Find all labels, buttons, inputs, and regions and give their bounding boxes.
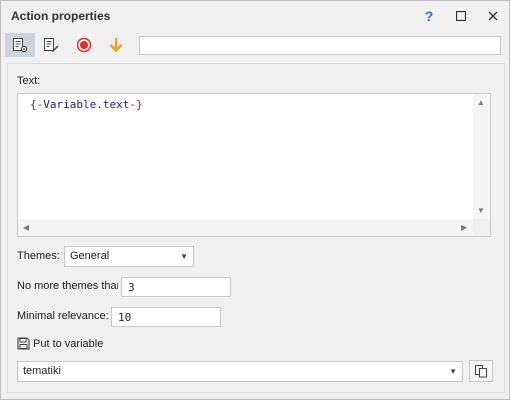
scroll-up-icon[interactable]: ▲ <box>477 98 485 107</box>
horizontal-scrollbar[interactable]: ◀ ▶ <box>18 219 474 236</box>
themes-select[interactable]: General ▼ <box>64 246 194 267</box>
put-to-variable-row: Put to variable <box>17 337 103 350</box>
max-themes-input[interactable]: 3 <box>121 277 231 297</box>
move-down-button[interactable] <box>101 33 131 57</box>
variable-token: Variable.text <box>43 98 130 111</box>
save-icon <box>17 337 30 350</box>
min-relevance-label: Minimal relevance: <box>17 310 109 322</box>
action-settings-icon <box>13 38 28 53</box>
vertical-scrollbar[interactable]: ▲ ▼ <box>473 94 490 220</box>
help-icon: ? <box>424 8 434 24</box>
edit-notes-icon <box>44 38 59 52</box>
record-icon <box>76 37 92 53</box>
copy-icon <box>475 365 487 378</box>
scroll-left-icon[interactable]: ◀ <box>23 223 29 232</box>
close-button[interactable] <box>482 6 504 26</box>
help-button[interactable]: ? <box>418 6 440 26</box>
max-themes-label: No more themes thar <box>17 280 118 292</box>
scroll-down-icon[interactable]: ▼ <box>477 206 485 215</box>
scrollbar-corner <box>473 219 490 236</box>
put-to-variable-label: Put to variable <box>33 337 104 350</box>
chevron-down-icon: ▼ <box>449 367 457 376</box>
text-editor[interactable]: {-Variable.text-} ▲ ▼ ◀ ▶ <box>17 93 491 237</box>
brace-open: {- <box>30 98 44 111</box>
toolbar-search-input[interactable] <box>139 36 501 55</box>
action-properties-window: Action properties ? Text: {-Variable.tex… <box>0 0 510 400</box>
themes-value: General <box>70 250 110 262</box>
maximize-icon <box>456 11 466 21</box>
close-icon <box>488 11 498 21</box>
title-bar: Action properties ? <box>1 1 509 31</box>
window-title: Action properties <box>11 9 111 23</box>
action-settings-button[interactable] <box>5 33 35 57</box>
themes-label: Themes: <box>17 250 60 262</box>
brace-close: -} <box>129 98 143 111</box>
text-label: Text: <box>17 75 41 87</box>
chevron-down-icon: ▼ <box>180 252 188 261</box>
copy-variable-button[interactable] <box>469 360 493 382</box>
editor-content: {-Variable.text-} <box>30 98 143 111</box>
maximize-button[interactable] <box>450 6 472 26</box>
min-relevance-input[interactable]: 10 <box>111 307 221 327</box>
edit-notes-button[interactable] <box>36 33 66 57</box>
variable-value: tematiki <box>23 365 61 377</box>
toolbar <box>1 31 509 59</box>
record-button[interactable] <box>69 33 99 57</box>
arrow-down-icon <box>109 37 123 52</box>
scroll-right-icon[interactable]: ▶ <box>461 223 467 232</box>
variable-select[interactable]: tematiki ▼ <box>17 361 463 382</box>
